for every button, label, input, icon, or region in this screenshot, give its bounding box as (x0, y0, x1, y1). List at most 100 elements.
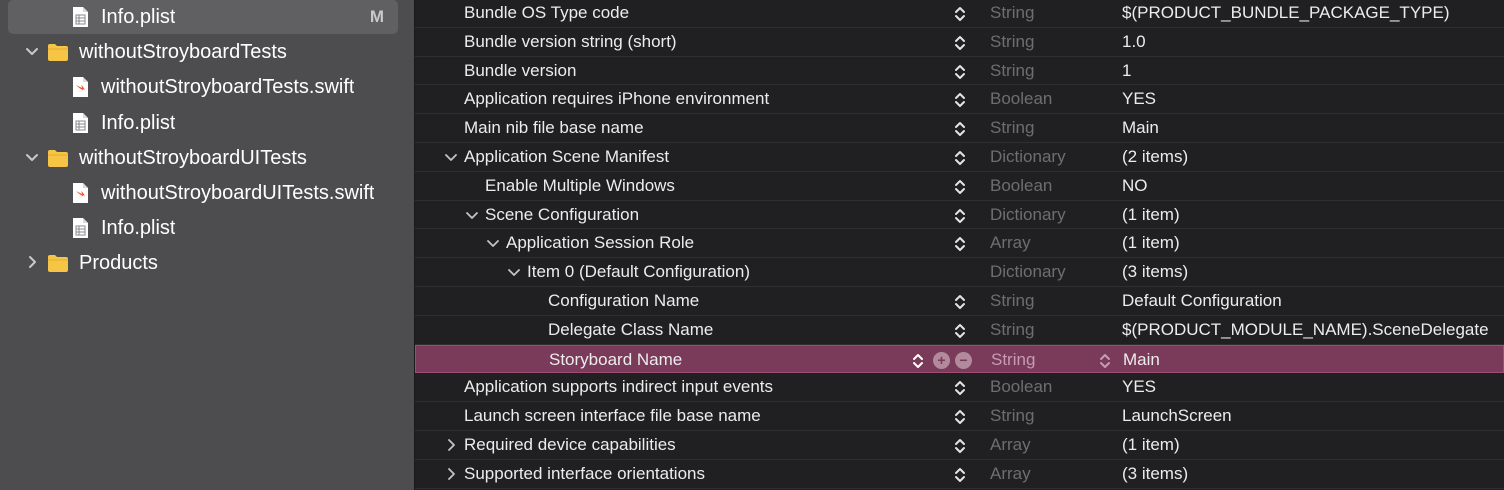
plist-value[interactable]: NO (1122, 176, 1148, 196)
plist-value[interactable]: YES (1122, 377, 1156, 397)
plist-type[interactable]: Boolean (990, 176, 1052, 196)
navigator-row[interactable]: withoutStroyboardTests (0, 35, 414, 69)
plist-key[interactable]: Delegate Class Name (548, 320, 713, 340)
navigator-row[interactable]: Info.plist M (0, 0, 414, 34)
plist-value[interactable]: LaunchScreen (1122, 406, 1232, 426)
chevron-right-icon[interactable] (444, 465, 458, 483)
plist-key[interactable]: Storyboard Name (549, 350, 682, 370)
plist-key[interactable]: Main nib file base name (464, 118, 644, 138)
key-stepper-icon[interactable] (954, 408, 966, 426)
plist-row[interactable]: Main nib file base name String Main (415, 114, 1504, 143)
plist-row[interactable]: Bundle OS Type code String $(PRODUCT_BUNDL… (415, 0, 1504, 28)
plist-value[interactable]: (3 items) (1122, 262, 1188, 282)
plist-value[interactable]: 1 (1122, 61, 1131, 81)
key-stepper-icon[interactable] (954, 5, 966, 23)
plist-type[interactable]: String (990, 320, 1034, 340)
navigator-row[interactable]: withoutStroyboardUITests (0, 141, 414, 175)
plist-type[interactable]: Dictionary (990, 147, 1066, 167)
plist-row[interactable]: Launch screen interface file base name St… (415, 402, 1504, 431)
key-stepper-icon[interactable] (954, 235, 966, 253)
plist-value[interactable]: (3 items) (1122, 464, 1188, 484)
chevron-down-icon[interactable] (24, 150, 40, 166)
navigator-row[interactable]: Info.plist (0, 106, 414, 140)
plist-key[interactable]: Application Scene Manifest (464, 147, 669, 167)
plist-value[interactable]: $(PRODUCT_BUNDLE_PACKAGE_TYPE) (1122, 3, 1450, 23)
plist-row[interactable]: Item 0 (Default Configuration) Dictionary… (415, 258, 1504, 287)
plist-value[interactable]: 1.0 (1122, 32, 1146, 52)
plist-type[interactable]: String (990, 32, 1034, 52)
plist-row[interactable]: Enable Multiple Windows Boolean NO (415, 172, 1504, 201)
plist-value[interactable]: (1 item) (1122, 233, 1180, 253)
key-stepper-icon[interactable] (954, 437, 966, 455)
key-stepper-icon[interactable] (954, 63, 966, 81)
plist-key[interactable]: Application requires iPhone environment (464, 89, 769, 109)
chevron-down-icon[interactable] (465, 206, 479, 224)
key-stepper-icon[interactable] (954, 149, 966, 167)
plist-key[interactable]: Application supports indirect input even… (464, 377, 773, 397)
plist-value[interactable]: (1 item) (1122, 205, 1180, 225)
plist-value[interactable]: Main (1122, 118, 1159, 138)
chevron-down-icon[interactable] (486, 234, 500, 252)
key-stepper-icon[interactable] (954, 91, 966, 109)
plist-key[interactable]: Bundle version string (short) (464, 32, 677, 52)
plist-type[interactable]: Array (990, 233, 1031, 253)
plist-key[interactable]: Item 0 (Default Configuration) (527, 262, 750, 282)
plist-type[interactable]: String (990, 406, 1034, 426)
plist-row[interactable]: Scene Configuration Dictionary (1 item) (415, 201, 1504, 230)
plist-type[interactable]: Dictionary (990, 262, 1066, 282)
key-stepper-icon[interactable] (954, 120, 966, 138)
plist-type[interactable]: String (990, 118, 1034, 138)
chevron-right-icon[interactable] (444, 436, 458, 454)
key-stepper-icon[interactable] (954, 34, 966, 52)
plist-key[interactable]: Scene Configuration (485, 205, 639, 225)
plist-key[interactable]: Application Session Role (506, 233, 694, 253)
chevron-down-icon[interactable] (24, 44, 40, 60)
plist-key[interactable]: Bundle OS Type code (464, 3, 629, 23)
plist-type[interactable]: Array (990, 464, 1031, 484)
key-stepper-icon[interactable] (954, 178, 966, 196)
plist-row[interactable]: Supported interface orientations Array (3 … (415, 460, 1504, 489)
plist-key[interactable]: Supported interface orientations (464, 464, 705, 484)
plist-row[interactable]: Application supports indirect input even… (415, 373, 1504, 403)
key-stepper-icon[interactable] (954, 466, 966, 484)
plist-type[interactable]: Boolean (990, 377, 1052, 397)
navigator-row[interactable]: Info.plist (0, 211, 414, 245)
plist-type[interactable]: String (991, 350, 1035, 370)
plist-value[interactable]: $(PRODUCT_MODULE_NAME).SceneDelegate (1122, 320, 1489, 340)
plist-value[interactable]: (1 item) (1122, 435, 1180, 455)
plist-type[interactable]: String (990, 61, 1034, 81)
plist-type[interactable]: Array (990, 435, 1031, 455)
plist-key[interactable]: Enable Multiple Windows (485, 176, 675, 196)
chevron-right-icon[interactable] (24, 255, 40, 271)
plist-type[interactable]: Boolean (990, 89, 1052, 109)
plist-type[interactable]: String (990, 3, 1034, 23)
key-stepper-icon[interactable] (954, 207, 966, 225)
plist-key[interactable]: Configuration Name (548, 291, 699, 311)
chevron-down-icon[interactable] (444, 148, 458, 166)
plist-row[interactable]: Storyboard Name + − String Main (415, 344, 1504, 374)
plist-key[interactable]: Required device capabilities (464, 435, 676, 455)
navigator-row[interactable]: Products (0, 246, 414, 280)
plist-value[interactable]: YES (1122, 89, 1156, 109)
plist-key[interactable]: Bundle version (464, 61, 576, 81)
plist-key[interactable]: Launch screen interface file base name (464, 406, 761, 426)
navigator-row[interactable]: withoutStroyboardTests.swift (0, 70, 414, 104)
plist-row[interactable]: Application Session Role Array (1 item) (415, 229, 1504, 259)
type-stepper-icon[interactable] (1099, 352, 1111, 370)
plist-value[interactable]: Main (1123, 350, 1160, 370)
add-row-icon[interactable]: + (933, 351, 950, 369)
chevron-down-icon[interactable] (507, 263, 521, 281)
plist-value[interactable]: (2 items) (1122, 147, 1188, 167)
key-stepper-icon[interactable] (954, 379, 966, 397)
key-stepper-icon[interactable] (954, 293, 966, 311)
plist-row[interactable]: Application Scene Manifest Dictionary (2 i… (415, 143, 1504, 172)
plist-row[interactable]: Bundle version String 1 (415, 57, 1504, 86)
plist-row[interactable]: Configuration Name String Default Configur… (415, 287, 1504, 316)
remove-row-icon[interactable]: − (955, 351, 972, 369)
plist-row[interactable]: Application requires iPhone environment B… (415, 85, 1504, 115)
navigator-row[interactable]: withoutStroyboardUITests.swift (0, 176, 414, 210)
plist-type[interactable]: Dictionary (990, 205, 1066, 225)
plist-row[interactable]: Delegate Class Name String $(PRODUCT_MODUL… (415, 316, 1504, 345)
plist-row[interactable]: Bundle version string (short) String 1.0 (415, 28, 1504, 57)
key-stepper-icon[interactable] (912, 352, 924, 370)
